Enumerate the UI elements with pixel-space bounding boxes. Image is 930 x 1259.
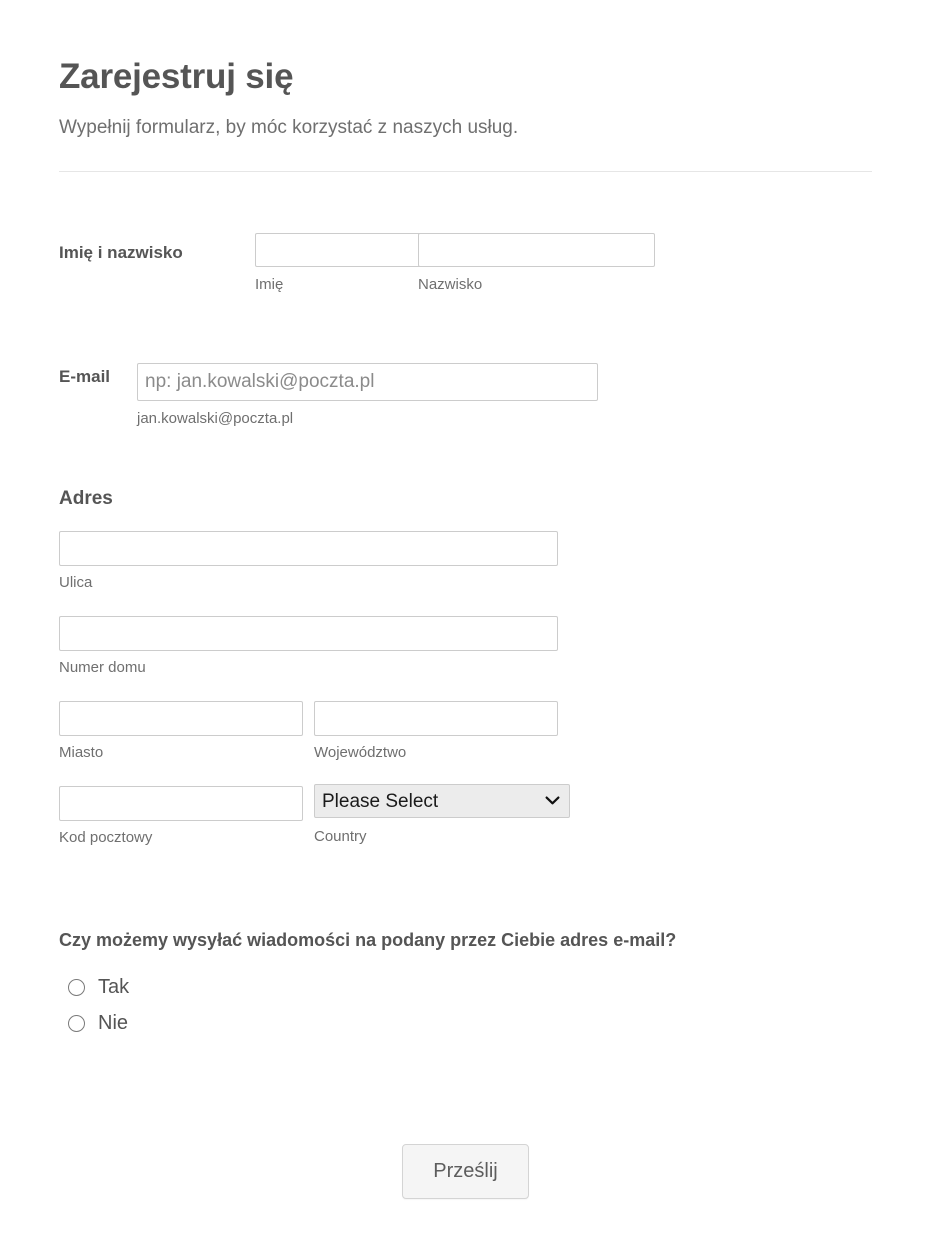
state-group: Województwo	[314, 701, 558, 762]
lastname-group: Nazwisko	[418, 233, 655, 294]
consent-option-yes[interactable]: Tak	[59, 969, 872, 1005]
address-heading: Adres	[59, 488, 113, 509]
email-sublabel: jan.kowalski@poczta.pl	[137, 410, 294, 427]
consent-section: Czy możemy wysyłać wiadomości na podany …	[59, 927, 872, 1041]
street-sublabel: Ulica	[59, 574, 93, 591]
lastname-sublabel: Nazwisko	[418, 276, 483, 293]
address-section: Adres Ulica Numer domu Miasto Województw…	[59, 487, 872, 846]
radio-circle-icon[interactable]	[68, 978, 85, 996]
form-header: Zarejestruj się Wypełnij formularz, by m…	[59, 0, 872, 172]
lastname-input[interactable]	[418, 233, 655, 267]
city-input[interactable]	[59, 701, 303, 736]
header-divider	[59, 171, 872, 172]
house-number-sublabel: Numer domu	[59, 659, 146, 676]
submit-area: Prześlij	[59, 1144, 872, 1199]
page-title: Zarejestruj się	[59, 57, 294, 96]
postal-code-input[interactable]	[59, 786, 303, 821]
submit-button[interactable]: Prześlij	[402, 1144, 529, 1199]
radio-circle-icon[interactable]	[68, 1014, 85, 1032]
house-number-input[interactable]	[59, 616, 558, 651]
postal-code-group: Kod pocztowy	[59, 786, 303, 847]
street-group: Ulica	[59, 531, 558, 592]
email-label: E-mail	[59, 367, 111, 386]
email-group: jan.kowalski@poczta.pl	[137, 363, 598, 428]
country-select[interactable]: Please Select	[314, 784, 570, 818]
postal-code-sublabel: Kod pocztowy	[59, 829, 153, 846]
page-subtitle: Wypełnij formularz, by móc korzystać z n…	[59, 117, 519, 138]
consent-option-no-label: Nie	[98, 1012, 129, 1034]
fullname-label: Imię i nazwisko	[59, 243, 183, 262]
city-group: Miasto	[59, 701, 303, 762]
email-input[interactable]	[137, 363, 598, 401]
state-input[interactable]	[314, 701, 558, 736]
firstname-sublabel: Imię	[255, 276, 284, 293]
city-sublabel: Miasto	[59, 744, 104, 761]
registration-page: Zarejestruj się Wypełnij formularz, by m…	[0, 0, 930, 1259]
consent-radio-group: Tak Nie	[59, 954, 872, 1041]
consent-option-yes-label: Tak	[98, 976, 130, 998]
registration-form: Zarejestruj się Wypełnij formularz, by m…	[59, 0, 872, 1199]
consent-question-label: Czy możemy wysyłać wiadomości na podany …	[59, 930, 677, 950]
country-select-shell: Please Select	[314, 784, 570, 818]
country-group: Please Select Country	[314, 784, 570, 846]
consent-option-no[interactable]: Nie	[59, 1005, 872, 1041]
house-number-group: Numer domu	[59, 616, 558, 677]
street-input[interactable]	[59, 531, 558, 566]
firstname-group: Imię	[255, 233, 492, 294]
country-sublabel: Country	[314, 828, 367, 845]
state-sublabel: Województwo	[314, 744, 407, 761]
